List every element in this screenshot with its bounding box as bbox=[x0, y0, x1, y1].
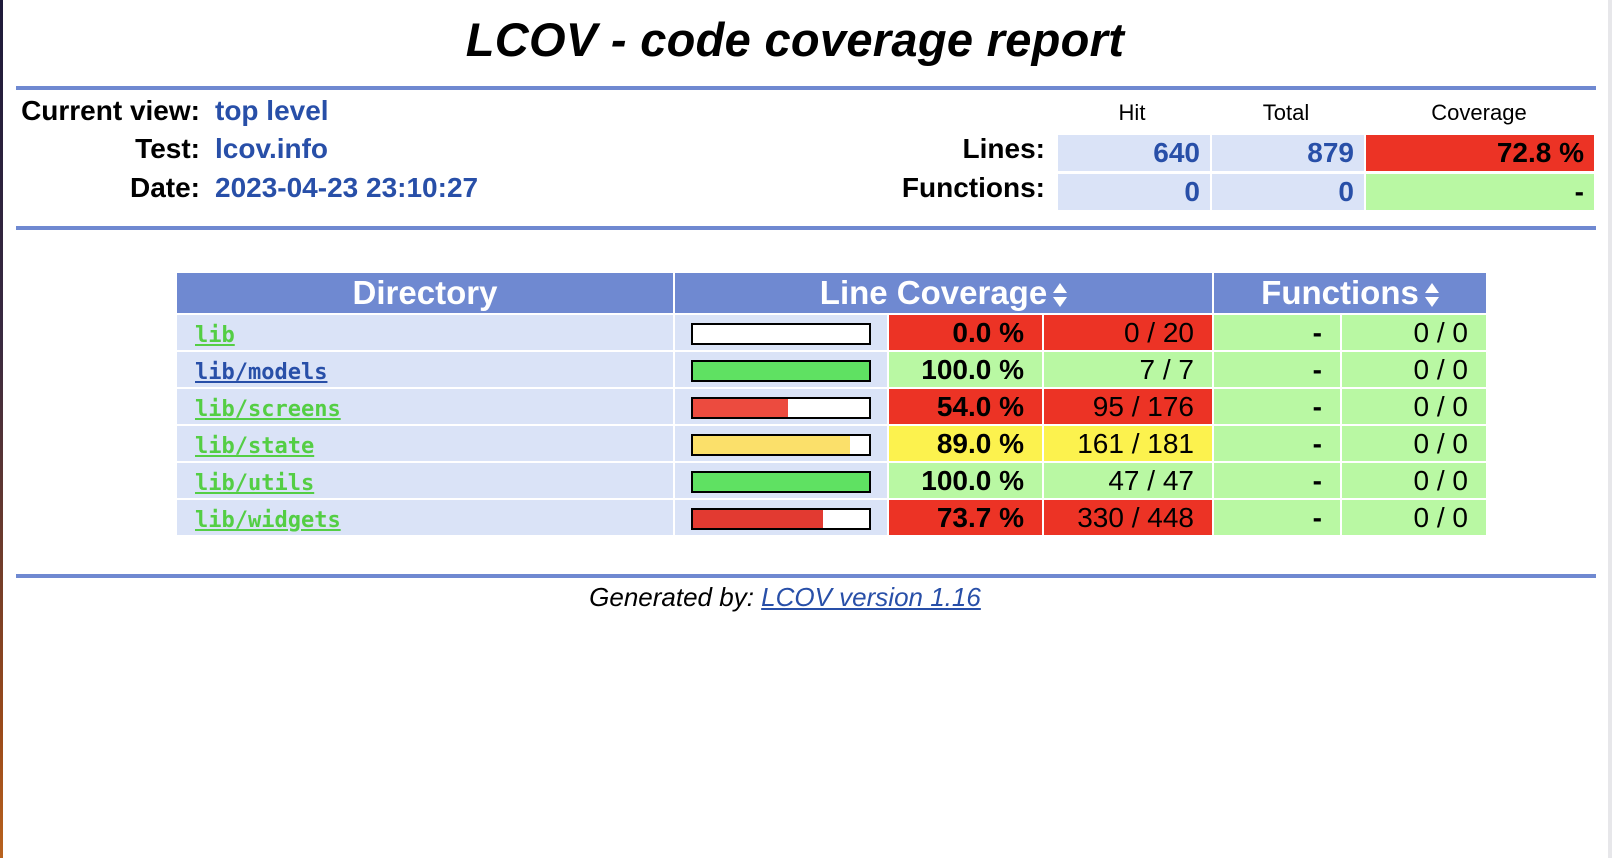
date-value: 2023-04-23 23:10:27 bbox=[215, 172, 479, 203]
coverage-bar-cell bbox=[675, 426, 887, 461]
footer-prefix: Generated by: bbox=[589, 582, 762, 612]
directory-table-header: Directory Line Coverage Functions bbox=[177, 273, 1486, 313]
functions-column-header[interactable]: Functions bbox=[1214, 273, 1486, 313]
directory-name-cell: lib/state bbox=[177, 426, 673, 461]
table-row: lib/state 89.0 % 161 / 181-0 / 0 bbox=[177, 426, 1486, 461]
functions-count: 0 / 0 bbox=[1342, 352, 1486, 387]
line-coverage-percent: 100.0 % bbox=[889, 463, 1042, 498]
lines-label: Lines: bbox=[962, 133, 1045, 164]
coverage-bar-cell bbox=[675, 352, 887, 387]
summary-header-hit: Hit bbox=[1118, 100, 1146, 125]
directory-link[interactable]: lib/state bbox=[195, 434, 314, 459]
table-row: lib/widgets 73.7 % 330 / 448-0 / 0 bbox=[177, 500, 1486, 535]
lines-total-value: 879 bbox=[1212, 135, 1364, 171]
summary-header-coverage: Coverage bbox=[1431, 100, 1527, 125]
coverage-bar-fill bbox=[693, 436, 850, 455]
directory-column-label: Directory bbox=[352, 274, 498, 311]
table-row: lib/models 100.0 % 7 / 7-0 / 0 bbox=[177, 352, 1486, 387]
sort-icon[interactable] bbox=[1053, 281, 1068, 309]
functions-percent: - bbox=[1214, 463, 1340, 498]
functions-column-label: Functions bbox=[1261, 274, 1419, 311]
table-row: lib/screens 54.0 % 95 / 176-0 / 0 bbox=[177, 389, 1486, 424]
coverage-bar bbox=[691, 471, 871, 494]
coverage-bar-cell bbox=[675, 463, 887, 498]
current-view-value[interactable]: top level bbox=[215, 94, 329, 128]
coverage-bar bbox=[691, 508, 871, 531]
footer: Generated by: LCOV version 1.16 bbox=[0, 582, 1570, 613]
header-divider-top bbox=[16, 86, 1596, 90]
line-coverage-count: 0 / 20 bbox=[1044, 315, 1212, 350]
coverage-bar-fill bbox=[693, 473, 869, 492]
lcov-version-link[interactable]: LCOV version 1.16 bbox=[761, 582, 981, 612]
table-row: lib 0.0 % 0 / 20-0 / 0 bbox=[177, 315, 1486, 350]
functions-count: 0 / 0 bbox=[1342, 389, 1486, 424]
functions-label: Functions: bbox=[901, 172, 1045, 203]
line-coverage-count: 7 / 7 bbox=[1044, 352, 1212, 387]
line-coverage-count: 161 / 181 bbox=[1044, 426, 1212, 461]
directory-name-cell: lib/screens bbox=[177, 389, 673, 424]
header-divider-bottom bbox=[16, 226, 1596, 230]
coverage-bar-fill bbox=[693, 399, 789, 418]
functions-count: 0 / 0 bbox=[1342, 315, 1486, 350]
functions-percent: - bbox=[1214, 500, 1340, 535]
line-coverage-column-label: Line Coverage bbox=[819, 274, 1048, 311]
functions-count: 0 / 0 bbox=[1342, 463, 1486, 498]
functions-percent: - bbox=[1214, 389, 1340, 424]
test-label: Test: bbox=[135, 133, 200, 164]
coverage-bar-cell bbox=[675, 389, 887, 424]
lines-hit-value: 640 bbox=[1058, 135, 1210, 171]
line-coverage-percent: 73.7 % bbox=[889, 500, 1042, 535]
functions-coverage-value: - bbox=[1366, 174, 1594, 210]
line-coverage-percent: 100.0 % bbox=[889, 352, 1042, 387]
directory-name-cell: lib/utils bbox=[177, 463, 673, 498]
line-coverage-count: 47 / 47 bbox=[1044, 463, 1212, 498]
directory-table: Directory Line Coverage Functions lib 0.0… bbox=[175, 271, 1488, 537]
page-title: LCOV - code coverage report bbox=[465, 13, 1125, 66]
functions-percent: - bbox=[1214, 315, 1340, 350]
lines-coverage-value: 72.8 % bbox=[1366, 135, 1594, 171]
line-coverage-percent: 54.0 % bbox=[889, 389, 1042, 424]
current-view-label: Current view: bbox=[21, 95, 200, 126]
directory-link[interactable]: lib/models bbox=[195, 360, 327, 385]
window-edge-left bbox=[0, 0, 3, 858]
directory-column-header: Directory bbox=[177, 273, 673, 313]
line-coverage-percent: 89.0 % bbox=[889, 426, 1042, 461]
functions-percent: - bbox=[1214, 352, 1340, 387]
coverage-bar-fill bbox=[693, 510, 823, 529]
summary-header-total: Total bbox=[1262, 100, 1310, 125]
date-label: Date: bbox=[129, 172, 200, 203]
line-coverage-percent: 0.0 % bbox=[889, 315, 1042, 350]
functions-percent: - bbox=[1214, 426, 1340, 461]
coverage-bar bbox=[691, 323, 871, 346]
directory-table-body: lib 0.0 % 0 / 20-0 / 0 lib/models 100.0 % 7 /… bbox=[177, 315, 1486, 535]
directory-link[interactable]: lib bbox=[195, 323, 235, 348]
functions-hit-value: 0 bbox=[1058, 174, 1210, 210]
directory-name-cell: lib/widgets bbox=[177, 500, 673, 535]
functions-count: 0 / 0 bbox=[1342, 500, 1486, 535]
coverage-bar-cell bbox=[675, 500, 887, 535]
functions-count: 0 / 0 bbox=[1342, 426, 1486, 461]
sort-icon[interactable] bbox=[1424, 281, 1439, 309]
line-coverage-count: 330 / 448 bbox=[1044, 500, 1212, 535]
window-edge-right bbox=[1608, 0, 1612, 858]
directory-name-cell: lib bbox=[177, 315, 673, 350]
line-coverage-column-header[interactable]: Line Coverage bbox=[675, 273, 1212, 313]
line-coverage-count: 95 / 176 bbox=[1044, 389, 1212, 424]
directory-link[interactable]: lib/widgets bbox=[195, 508, 341, 533]
coverage-bar bbox=[691, 360, 871, 383]
coverage-bar-fill bbox=[693, 362, 869, 381]
directory-name-cell: lib/models bbox=[177, 352, 673, 387]
coverage-bar-cell bbox=[675, 315, 887, 350]
coverage-bar bbox=[691, 397, 871, 420]
test-value: lcov.info bbox=[215, 133, 329, 164]
footer-divider bbox=[16, 574, 1596, 578]
functions-total-value: 0 bbox=[1212, 174, 1364, 210]
coverage-bar bbox=[691, 434, 871, 457]
table-row: lib/utils 100.0 % 47 / 47-0 / 0 bbox=[177, 463, 1486, 498]
directory-link[interactable]: lib/utils bbox=[195, 471, 314, 496]
directory-link[interactable]: lib/screens bbox=[195, 397, 341, 422]
